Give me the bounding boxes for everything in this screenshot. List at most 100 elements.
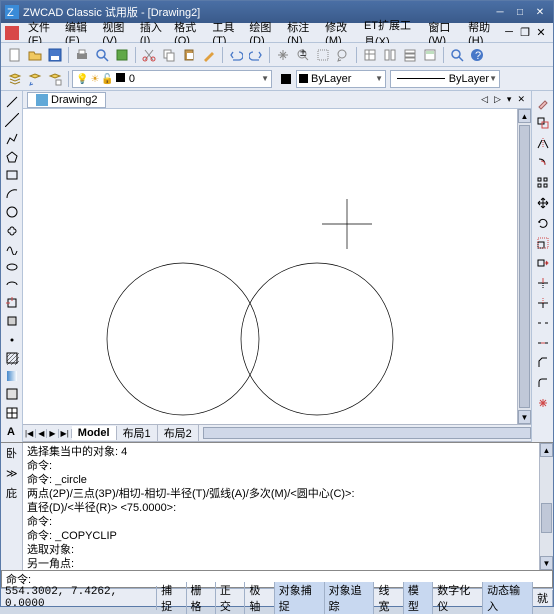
cmd-btn1[interactable]: 卧 <box>3 445 21 463</box>
matchprop-icon[interactable] <box>200 46 218 64</box>
break-icon[interactable] <box>534 314 552 332</box>
mdi-min[interactable]: ─ <box>501 26 517 39</box>
scroll-thumb[interactable] <box>541 503 552 533</box>
scroll-thumb[interactable] <box>519 125 530 408</box>
insert-icon[interactable] <box>3 295 21 311</box>
pline-icon[interactable] <box>3 131 21 147</box>
point-icon[interactable] <box>3 331 21 347</box>
block-icon[interactable] <box>3 313 21 329</box>
linetype-dropdown[interactable]: ByLayer ▼ <box>390 70 500 88</box>
cmd-btn3[interactable]: 庇 <box>3 485 21 503</box>
status-toggle[interactable]: 动态输入 <box>483 582 533 614</box>
status-toggle[interactable]: 线宽 <box>374 582 403 614</box>
maximize-button[interactable]: □ <box>511 5 529 19</box>
status-toggle[interactable]: 正交 <box>216 582 245 614</box>
designcenter-icon[interactable] <box>381 46 399 64</box>
copy2-icon[interactable] <box>534 114 552 132</box>
chamfer-icon[interactable] <box>534 354 552 372</box>
trim-icon[interactable] <box>534 274 552 292</box>
status-toggle[interactable]: 模型 <box>404 582 433 614</box>
mdi-close[interactable]: ✕ <box>533 26 549 39</box>
redo-icon[interactable] <box>247 46 265 64</box>
tab-model[interactable]: Model <box>72 426 117 440</box>
zoom-ext-icon[interactable] <box>448 46 466 64</box>
status-coords[interactable]: 554.3002, 7.4262, 0.0000 <box>1 586 157 610</box>
scroll-down-icon[interactable]: ▼ <box>540 556 553 570</box>
layer-dropdown[interactable]: 💡☀🔓 0 ▼ <box>72 70 272 88</box>
fillet-icon[interactable] <box>534 374 552 392</box>
scroll-down-icon[interactable]: ▼ <box>518 410 531 424</box>
doc-tab-active[interactable]: Drawing2 <box>27 92 106 108</box>
pan-icon[interactable] <box>274 46 292 64</box>
cut-icon[interactable] <box>140 46 158 64</box>
erase-icon[interactable] <box>534 94 552 112</box>
polygon-icon[interactable] <box>3 149 21 165</box>
rotate-icon[interactable] <box>534 214 552 232</box>
scroll-up-icon[interactable]: ▲ <box>518 109 531 123</box>
tab-layout1[interactable]: 布局1 <box>117 424 158 442</box>
mdi-restore[interactable]: ❐ <box>517 26 533 39</box>
color-dropdown[interactable]: ByLayer ▼ <box>296 70 386 88</box>
help-icon[interactable]: ? <box>468 46 486 64</box>
ellipsearc-icon[interactable] <box>3 277 21 293</box>
layer-mgr-icon[interactable] <box>6 70 24 88</box>
revcloud-icon[interactable] <box>3 222 21 238</box>
zoom-prev-icon[interactable] <box>334 46 352 64</box>
status-toggle[interactable]: 就 <box>533 590 553 606</box>
tab-prev[interactable]: ◁ <box>479 94 490 105</box>
region-icon[interactable] <box>3 386 21 402</box>
scroll-up-icon[interactable]: ▲ <box>540 443 553 457</box>
publish-icon[interactable] <box>113 46 131 64</box>
drawing-canvas[interactable]: X Y <box>23 109 517 424</box>
horizontal-scrollbar[interactable] <box>203 427 531 439</box>
tab-layout2[interactable]: 布局2 <box>158 424 199 442</box>
color-btn[interactable] <box>277 70 295 88</box>
offset-icon[interactable] <box>534 154 552 172</box>
toolpalette-icon[interactable] <box>401 46 419 64</box>
ellipse-icon[interactable] <box>3 258 21 274</box>
xline-icon[interactable] <box>3 112 21 128</box>
properties-icon[interactable] <box>361 46 379 64</box>
layout-nav-next[interactable]: ▶ <box>47 429 58 438</box>
hatch-icon[interactable] <box>3 350 21 366</box>
tab-dropdown[interactable]: ▾ <box>505 94 514 105</box>
circle-icon[interactable] <box>3 204 21 220</box>
arc-icon[interactable] <box>3 185 21 201</box>
rectangle-icon[interactable] <box>3 167 21 183</box>
move-icon[interactable] <box>534 194 552 212</box>
status-toggle[interactable]: 数字化仪 <box>433 582 483 614</box>
cmd-scrollbar[interactable]: ▲ ▼ <box>539 443 553 570</box>
line-icon[interactable] <box>3 94 21 110</box>
explode-icon[interactable] <box>534 394 552 412</box>
print-icon[interactable] <box>73 46 91 64</box>
mirror-icon[interactable] <box>534 134 552 152</box>
spline-icon[interactable] <box>3 240 21 256</box>
cmd-btn2[interactable]: ≫ <box>3 465 21 483</box>
open-icon[interactable] <box>26 46 44 64</box>
status-toggle[interactable]: 栅格 <box>187 582 216 614</box>
zoom-rt-icon[interactable]: ± <box>294 46 312 64</box>
layout-nav-first[interactable]: |◀ <box>23 429 36 438</box>
status-toggle[interactable]: 极轴 <box>245 582 274 614</box>
save-icon[interactable] <box>46 46 64 64</box>
close-button[interactable]: ✕ <box>531 5 549 19</box>
array-icon[interactable] <box>534 174 552 192</box>
layer-prev-icon[interactable] <box>26 70 44 88</box>
join-icon[interactable] <box>534 334 552 352</box>
zoom-win-icon[interactable] <box>314 46 332 64</box>
tab-close[interactable]: ✕ <box>515 94 527 105</box>
extend-icon[interactable] <box>534 294 552 312</box>
mtext-icon[interactable]: A <box>3 423 21 439</box>
new-icon[interactable] <box>6 46 24 64</box>
layer-state-icon[interactable] <box>46 70 64 88</box>
calc-icon[interactable] <box>421 46 439 64</box>
table-icon[interactable] <box>3 405 21 421</box>
gradient-icon[interactable] <box>3 368 21 384</box>
preview-icon[interactable] <box>93 46 111 64</box>
stretch-icon[interactable] <box>534 254 552 272</box>
scale-icon[interactable] <box>534 234 552 252</box>
layout-nav-prev[interactable]: ◀ <box>36 429 47 438</box>
copy-icon[interactable] <box>160 46 178 64</box>
vertical-scrollbar[interactable]: ▲ ▼ <box>517 109 531 424</box>
undo-icon[interactable] <box>227 46 245 64</box>
